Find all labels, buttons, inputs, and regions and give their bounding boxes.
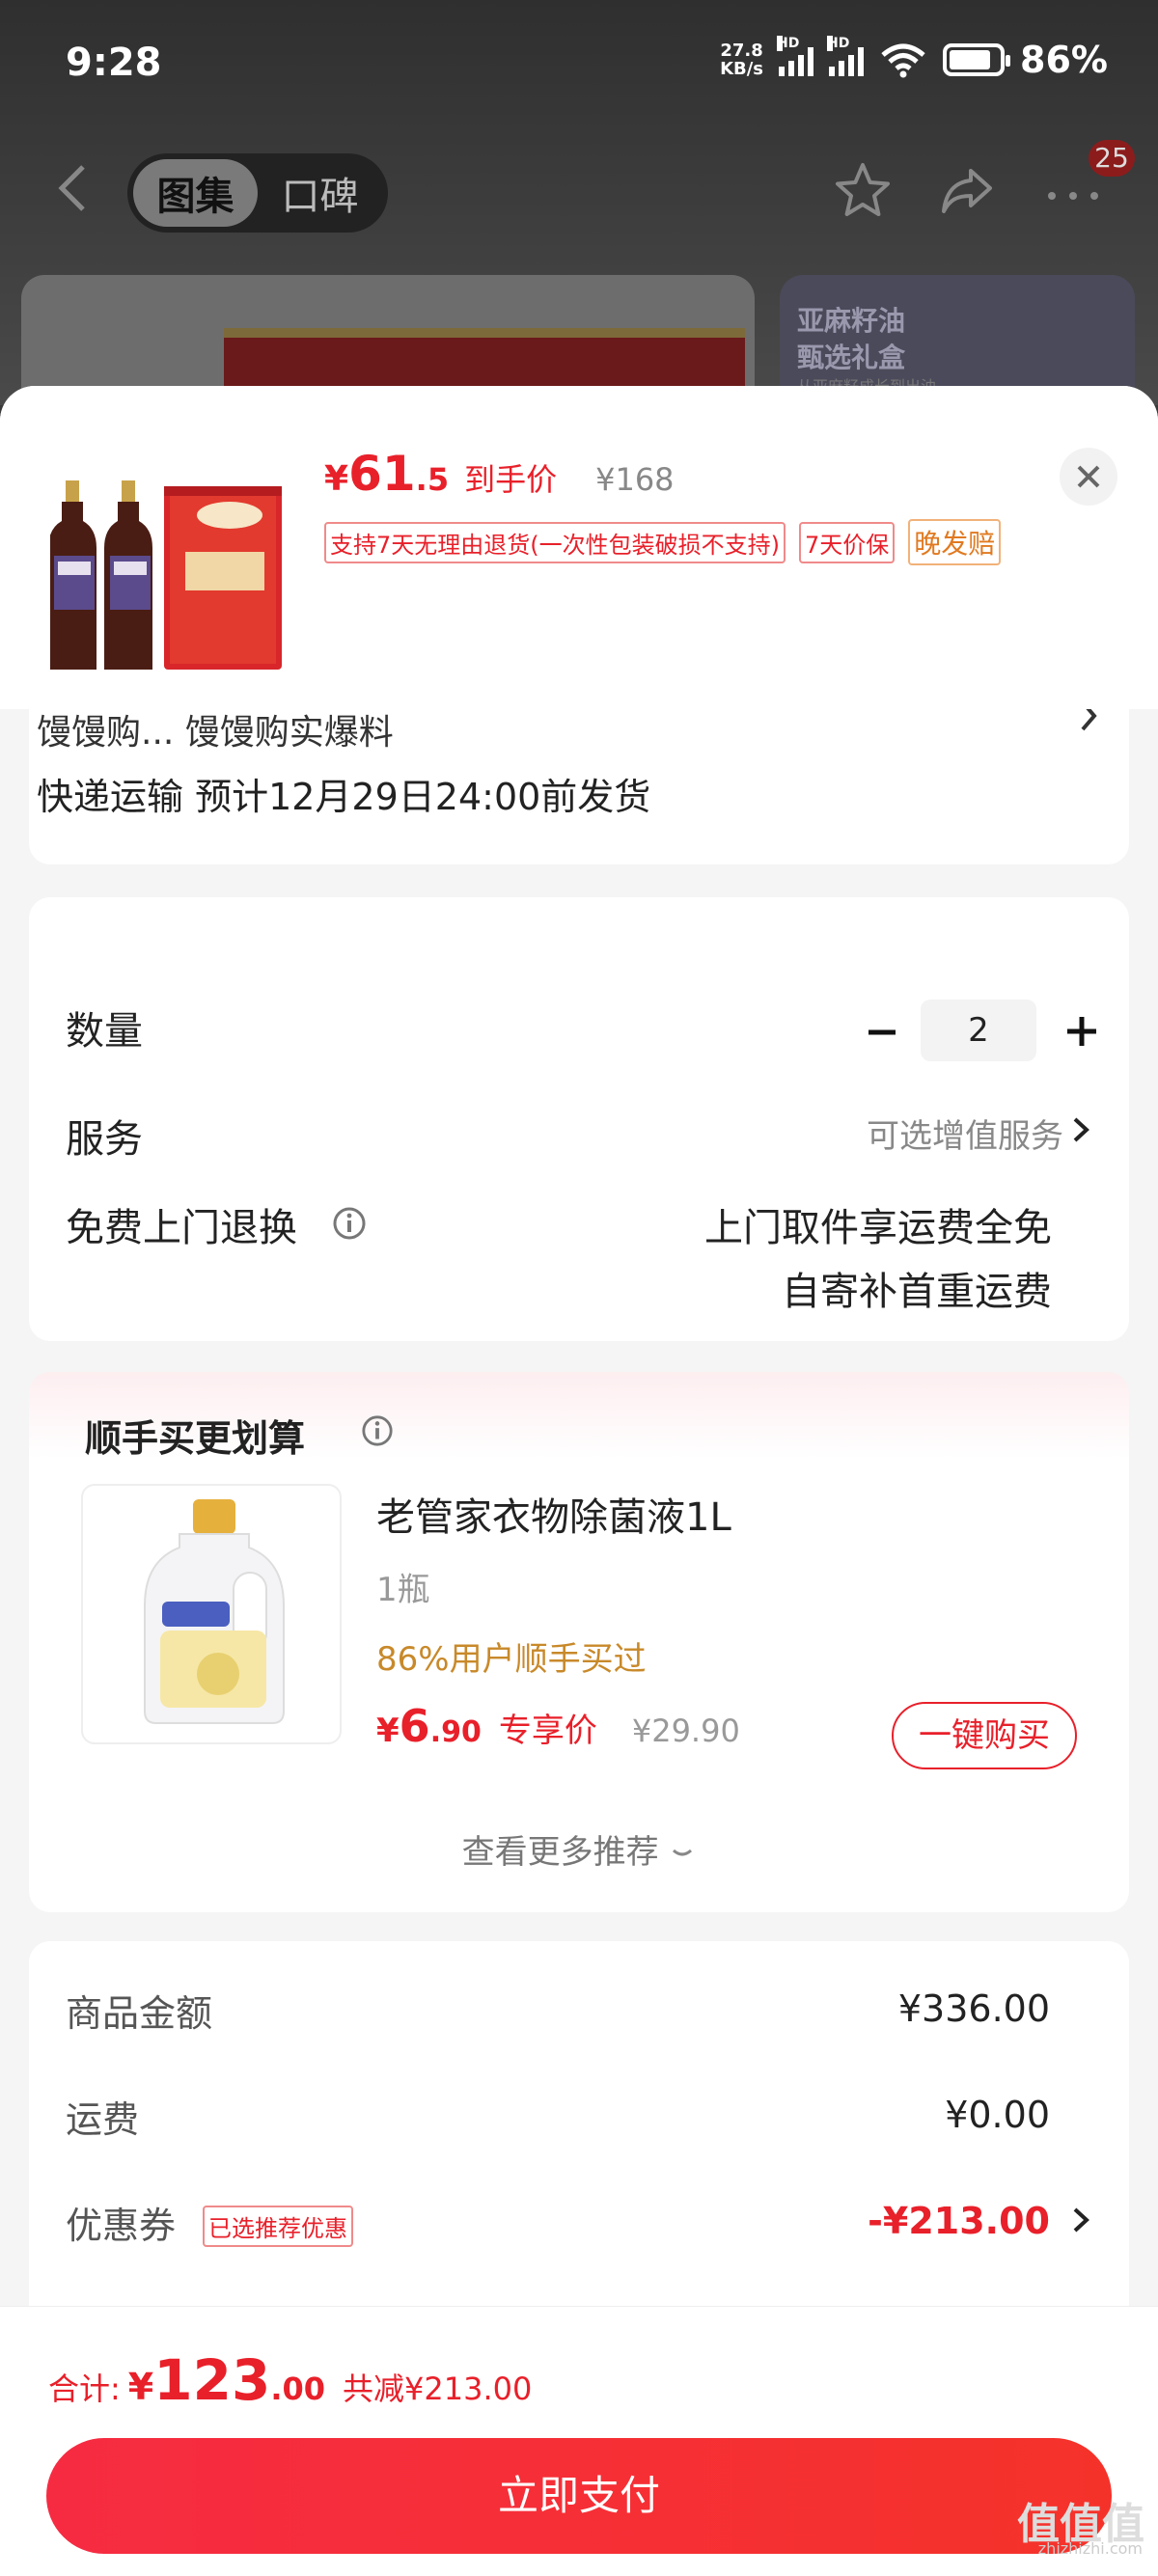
- product-thumbnail[interactable]: [50, 452, 299, 683]
- shipping-fee-value: ¥0.00: [945, 2094, 1050, 2136]
- shipping-fee-label: 运费: [66, 2098, 140, 2141]
- free-return-label: 免费上门退换: [66, 1206, 297, 1250]
- goods-amount-label: 商品金额: [66, 1992, 213, 2035]
- gallery-review-tabs: 图集 口碑: [127, 153, 388, 233]
- signal-icon-2: HD: [827, 36, 865, 76]
- see-more-recommendations-link[interactable]: 查看更多推荐: [29, 1825, 1129, 1873]
- close-button[interactable]: [1060, 448, 1117, 506]
- return-policy-tag: 支持7天无理由退货(一次性包装破损不支持): [324, 521, 786, 563]
- status-icons: 27.8 KB/s HD HD 86%: [720, 36, 1108, 81]
- background-page: 9:28 27.8 KB/s HD HD 86% 图集 口碑 25 亚麻籽油 甄…: [0, 0, 1158, 449]
- service-label: 服务: [66, 1117, 143, 1162]
- net-speed: 27.8 KB/s: [720, 41, 764, 79]
- chevron-right-icon[interactable]: [1071, 2204, 1090, 2236]
- quantity-input[interactable]: 2: [921, 1000, 1036, 1061]
- detergent-bottle-image: [144, 1499, 285, 1724]
- status-bar: 9:28 27.8 KB/s HD HD 86%: [0, 0, 1158, 125]
- info-icon[interactable]: [361, 1414, 394, 1447]
- value-added-service-link[interactable]: 可选增值服务: [867, 1110, 1063, 1157]
- chevron-right-icon[interactable]: [1071, 1113, 1090, 1146]
- store-name: 馒馒购... 馒馒购实爆料: [37, 713, 394, 753]
- coupon-label: 优惠券: [66, 2205, 177, 2247]
- price-protect-tag: 7天价保: [799, 521, 896, 563]
- tab-reviews[interactable]: 口碑: [258, 159, 382, 227]
- watermark-url: zhizhizhi.com: [1037, 2539, 1143, 2558]
- pay-now-button[interactable]: 立即支付: [46, 2438, 1112, 2554]
- chevron-down-icon: [673, 1849, 693, 1855]
- coupon-recommended-badge: 已选推荐优惠: [203, 2206, 353, 2247]
- product-price: ¥ 61 .5 到手价 ¥168: [324, 446, 675, 502]
- original-price: ¥168: [595, 461, 675, 498]
- coupon-value[interactable]: -¥213.00: [868, 2200, 1050, 2242]
- checkout-footer: 合计: ¥ 123 .00 共减¥213.00 立即支付: [0, 2306, 1158, 2576]
- recommend-card: 顺手买更划算 老管家衣物除菌液1L 1瓶 86%用户顺手买过 ¥ 6 .90 专…: [29, 1372, 1129, 1912]
- status-time: 9:28: [66, 41, 162, 85]
- recommend-product-image[interactable]: [81, 1484, 342, 1744]
- share-icon[interactable]: [938, 161, 996, 219]
- wifi-icon: [881, 43, 925, 78]
- cart-badge: 25: [1089, 140, 1135, 177]
- total-saving: 共减¥213.00: [343, 2370, 533, 2407]
- recommend-title: 顺手买更划算: [85, 1417, 306, 1460]
- one-click-buy-button[interactable]: 一键购买: [892, 1702, 1077, 1769]
- back-arrow-icon[interactable]: [54, 163, 93, 213]
- recommend-bought-rate: 86%用户顺手买过: [376, 1640, 647, 1679]
- signal-icon: HD: [777, 36, 814, 76]
- tab-gallery[interactable]: 图集: [133, 159, 258, 227]
- delivery-estimate: 快递运输 预计12月29日24:00前发货: [37, 776, 651, 818]
- final-price-label: 到手价: [464, 461, 558, 498]
- quantity-label: 数量: [66, 1009, 143, 1054]
- recommend-original-price: ¥29.90: [631, 1713, 740, 1749]
- recommend-product-spec: 1瓶: [376, 1571, 430, 1609]
- options-card: 数量 2 服务 可选增值服务 免费上门退换 上门取件享运费全免 自寄补首重运费: [29, 897, 1129, 1341]
- goods-amount-value: ¥336.00: [897, 1987, 1050, 2030]
- decrease-quantity-button[interactable]: [861, 1011, 903, 1054]
- recommend-price: ¥ 6 .90 专享价 ¥29.90: [376, 1700, 740, 1752]
- exclusive-price-label: 专享价: [498, 1712, 597, 1750]
- service-tags: 支持7天无理由退货(一次性包装破损不支持) 7天价保 晚发赔: [324, 519, 1002, 565]
- battery-icon: [943, 43, 1011, 76]
- close-icon: [1077, 465, 1100, 488]
- increase-quantity-button[interactable]: [1060, 1009, 1104, 1054]
- sheet-header: ¥ 61 .5 到手价 ¥168 支持7天无理由退货(一次性包装破损不支持) 7…: [0, 386, 1158, 709]
- battery-percent: 86%: [1020, 39, 1108, 81]
- recommend-product-name[interactable]: 老管家衣物除菌液1L: [376, 1486, 731, 1542]
- info-icon[interactable]: [332, 1206, 367, 1241]
- checkout-sheet: 馒馒购... 馒馒购实爆料 快递运输 预计12月29日24:00前发货 ¥ 61: [0, 386, 1158, 2576]
- late-delivery-tag: 晚发赔: [908, 519, 1002, 565]
- self-send-text: 自寄补首重运费: [782, 1270, 1052, 1314]
- order-total: 合计: ¥ 123 .00 共减¥213.00: [48, 2347, 533, 2413]
- pickup-free-text: 上门取件享运费全免: [704, 1206, 1052, 1250]
- star-icon[interactable]: [832, 159, 894, 221]
- top-nav: 图集 口碑 25: [0, 140, 1158, 236]
